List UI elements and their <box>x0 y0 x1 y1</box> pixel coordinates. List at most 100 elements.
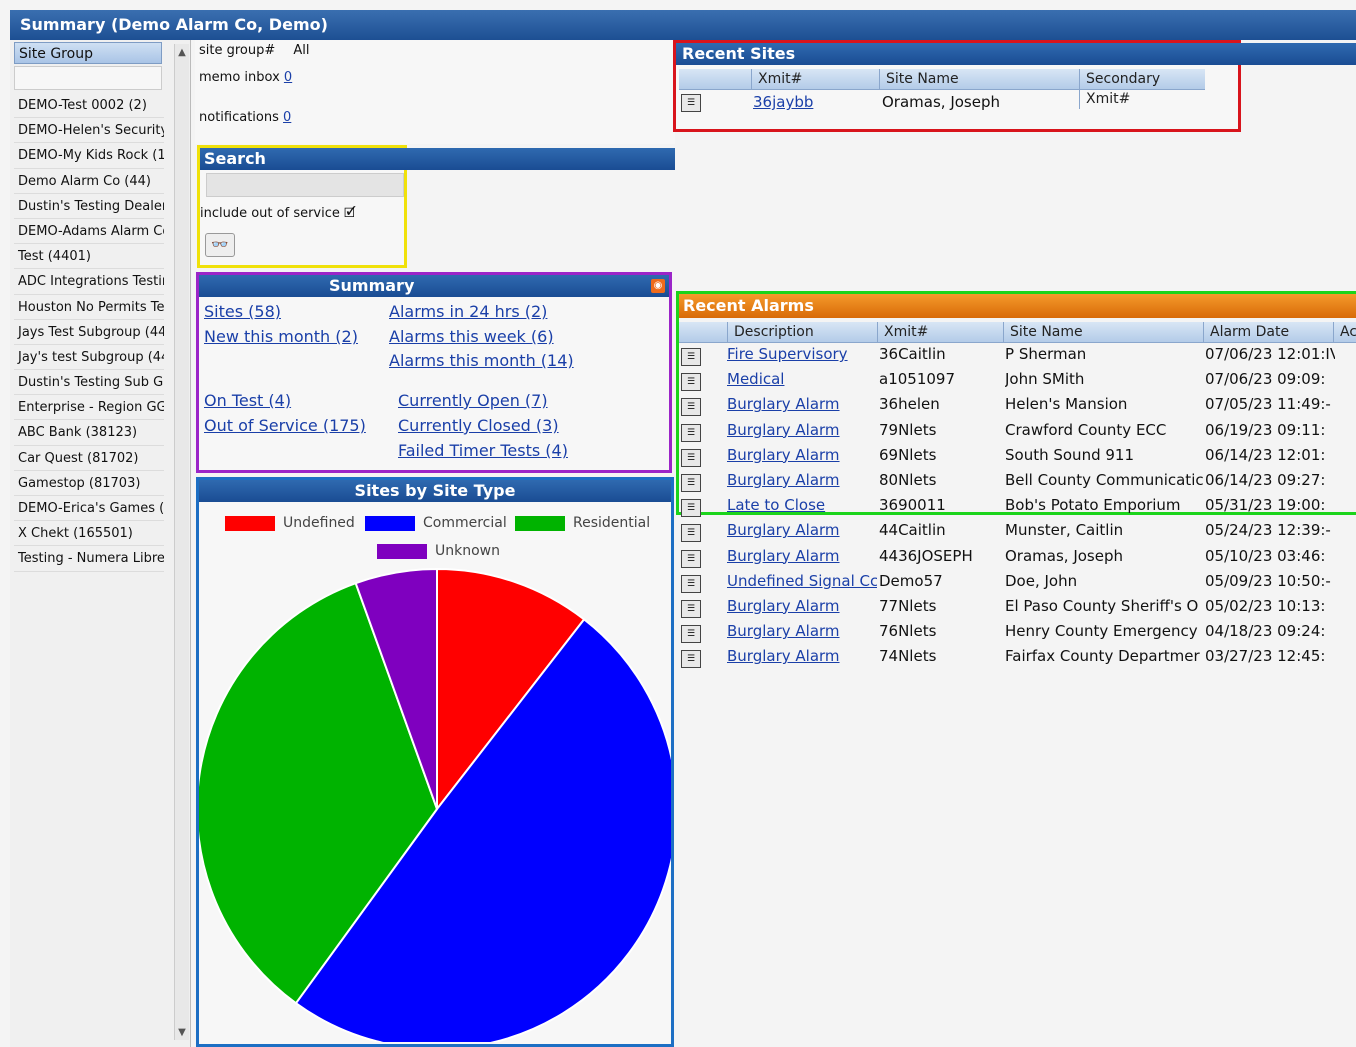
site-group-item[interactable]: Demo Alarm Co (44) <box>14 169 164 194</box>
alarm-description-link[interactable]: Late to Close <box>727 496 877 514</box>
alarm-description-link[interactable]: Undefined Signal Cc <box>727 572 877 590</box>
col-site-name[interactable]: Site Name <box>879 69 959 89</box>
alarms-week-link[interactable]: Alarms this week (6) <box>389 327 554 346</box>
alarm-row[interactable]: ☰ Undefined Signal Cc Demo57 Doe, John 05/09… <box>676 570 1356 595</box>
alarm-row[interactable]: ☰ Burglary Alarm 36helen Helen's Mansion 07/… <box>676 393 1356 418</box>
recent-site-xmit-link[interactable]: 36jaybb <box>753 93 813 111</box>
site-group-item[interactable]: Houston No Permits Tes <box>14 295 164 320</box>
col-alarm-site-name[interactable]: Site Name <box>1003 322 1083 342</box>
search-panel: Search include out of service 🗹 👓 <box>197 145 408 268</box>
alarm-detail-icon[interactable]: ☰ <box>681 423 701 442</box>
alarm-detail-icon[interactable]: ☰ <box>681 499 701 518</box>
alarm-description-link[interactable]: Fire Supervisory <box>727 345 877 363</box>
binoculars-search-icon[interactable]: 👓 <box>205 233 235 257</box>
alarm-description-link[interactable]: Burglary Alarm <box>727 395 877 413</box>
search-header-extension <box>407 148 675 170</box>
alarm-detail-icon[interactable]: ☰ <box>681 549 701 568</box>
sites-link[interactable]: Sites (58) <box>204 302 281 321</box>
notifications-link[interactable]: 0 <box>283 110 291 125</box>
sidebar-scrollbar[interactable]: ▲ ▼ <box>174 44 189 1040</box>
alarm-description-link[interactable]: Burglary Alarm <box>727 547 877 565</box>
site-group-item[interactable]: Test (4401) <box>14 244 164 270</box>
alarm-detail-icon[interactable]: ☰ <box>681 448 701 467</box>
site-group-value: All <box>293 43 310 58</box>
search-input[interactable] <box>206 173 404 197</box>
site-group-item[interactable]: DEMO-Adams Alarm Co <box>14 219 164 245</box>
alarm-detail-icon[interactable]: ☰ <box>681 373 701 392</box>
alarm-detail-icon[interactable]: ☰ <box>681 473 701 492</box>
alarm-row[interactable]: ☰ Burglary Alarm 44Caitlin Munster, Caitlin… <box>676 519 1356 544</box>
site-group-header[interactable]: Site Group <box>14 42 162 64</box>
alarm-detail-icon[interactable]: ☰ <box>681 574 701 593</box>
alarm-description-link[interactable]: Burglary Alarm <box>727 647 877 665</box>
alarm-detail-icon[interactable]: ☰ <box>681 650 701 669</box>
out-of-service-label: include out of service <box>200 206 340 221</box>
alarm-site-name: Doe, John <box>1005 571 1078 590</box>
site-group-filter[interactable] <box>14 66 162 90</box>
alarm-row[interactable]: ☰ Burglary Alarm 77Nlets El Paso County She… <box>676 595 1356 620</box>
alarm-date: 07/06/23 09:09: <box>1205 370 1326 389</box>
alarm-xmit: a1051097 <box>879 370 955 389</box>
col-secondary-xmit[interactable]: Secondary Xmit# <box>1079 69 1205 109</box>
alarms-month-link[interactable]: Alarms this month (14) <box>389 351 574 370</box>
rss-icon[interactable]: ◉ <box>651 279 665 293</box>
alarm-description-link[interactable]: Burglary Alarm <box>727 471 877 489</box>
site-group-item[interactable]: Dustin's Testing Dealer ( <box>14 194 164 219</box>
alarm-description-link[interactable]: Burglary Alarm <box>727 421 877 439</box>
currently-open-link[interactable]: Currently Open (7) <box>398 391 548 410</box>
site-group-item[interactable]: Dustin's Testing Sub Gro <box>14 370 164 396</box>
alarm-detail-icon[interactable]: ☰ <box>681 625 701 644</box>
alarm-row[interactable]: ☰ Burglary Alarm 69Nlets South Sound 911 06/… <box>676 444 1356 469</box>
site-group-item[interactable]: DEMO-Test 0002 (2) <box>14 93 164 119</box>
alarm-description-link[interactable]: Burglary Alarm <box>727 597 877 615</box>
col-xmit[interactable]: Xmit# <box>751 69 802 89</box>
on-test-link[interactable]: On Test (4) <box>204 391 291 410</box>
alarm-row[interactable]: ☰ Fire Supervisory 36Caitlin P Sherman 07/06… <box>676 343 1356 368</box>
col-alarm-date[interactable]: Alarm Date <box>1203 322 1289 342</box>
site-group-item[interactable]: Car Quest (81702) <box>14 446 164 471</box>
col-description[interactable]: Description <box>727 322 814 342</box>
memo-inbox-link[interactable]: 0 <box>284 70 292 85</box>
site-group-item[interactable]: DEMO-My Kids Rock (1 <box>14 143 164 169</box>
out-of-service-checkbox[interactable]: 🗹 <box>344 206 356 221</box>
alarm-row[interactable]: ☰ Burglary Alarm 4436JOSEPH Oramas, Joseph 0… <box>676 545 1356 570</box>
site-group-item[interactable]: DEMO-Erica's Games (8 <box>14 496 164 522</box>
site-group-item[interactable]: Gamestop (81703) <box>14 471 164 496</box>
site-group-item[interactable]: ABC Bank (38123) <box>14 420 164 446</box>
alarm-detail-icon[interactable]: ☰ <box>681 524 701 543</box>
site-group-item[interactable]: Testing - Numera Libre ( <box>14 546 164 572</box>
alarm-detail-icon[interactable]: ☰ <box>681 398 701 417</box>
col-ac[interactable]: Ac <box>1333 322 1356 342</box>
alarm-row[interactable]: ☰ Late to Close 3690011 Bob's Potato Empori… <box>676 494 1356 519</box>
alarm-row[interactable]: ☰ Burglary Alarm 79Nlets Crawford County EC… <box>676 419 1356 444</box>
alarm-date: 05/24/23 12:39:- <box>1205 521 1331 540</box>
alarm-site-name: Crawford County ECC <box>1005 420 1167 439</box>
alarm-row[interactable]: ☰ Burglary Alarm 80Nlets Bell County Commun… <box>676 469 1356 494</box>
alarm-row[interactable]: ☰ Burglary Alarm 76Nlets Henry County Emerg… <box>676 620 1356 645</box>
alarms-24hrs-link[interactable]: Alarms in 24 hrs (2) <box>389 302 547 321</box>
currently-closed-link[interactable]: Currently Closed (3) <box>398 416 559 435</box>
site-icon[interactable]: ☰ <box>681 94 701 112</box>
new-this-month-link[interactable]: New this month (2) <box>204 327 358 346</box>
site-group-item[interactable]: Jay's test Subgroup (44 <box>14 345 164 371</box>
alarm-description-link[interactable]: Medical <box>727 370 877 388</box>
col-alarm-xmit[interactable]: Xmit# <box>877 322 928 342</box>
scroll-down-icon[interactable]: ▼ <box>175 1026 189 1040</box>
site-group-item[interactable]: X Chekt (165501) <box>14 521 164 547</box>
alarm-row[interactable]: ☰ Medical a1051097 John SMith 07/06/23 09:09… <box>676 368 1356 393</box>
alarm-description-link[interactable]: Burglary Alarm <box>727 521 877 539</box>
out-of-service-link[interactable]: Out of Service (175) <box>204 416 366 435</box>
alarm-detail-icon[interactable]: ☰ <box>681 599 701 618</box>
alarm-description-link[interactable]: Burglary Alarm <box>727 446 877 464</box>
site-group-item[interactable]: DEMO-Helen's Security <box>14 118 164 144</box>
site-group-item[interactable]: Enterprise - Region GG <box>14 395 164 421</box>
alarm-description-link[interactable]: Burglary Alarm <box>727 622 877 640</box>
scroll-up-icon[interactable]: ▲ <box>175 46 189 60</box>
alarm-detail-icon[interactable]: ☰ <box>681 348 701 366</box>
search-title: Search <box>200 148 408 170</box>
failed-timer-tests-link[interactable]: Failed Timer Tests (4) <box>398 441 568 460</box>
site-group-item[interactable]: ADC Integrations Testing <box>14 269 164 295</box>
alarm-row[interactable]: ☰ Burglary Alarm 74Nlets Fairfax County Dep… <box>676 645 1356 670</box>
site-group-item[interactable]: Jays Test Subgroup (44 <box>14 320 164 345</box>
recent-sites-header-extension <box>1241 43 1356 65</box>
